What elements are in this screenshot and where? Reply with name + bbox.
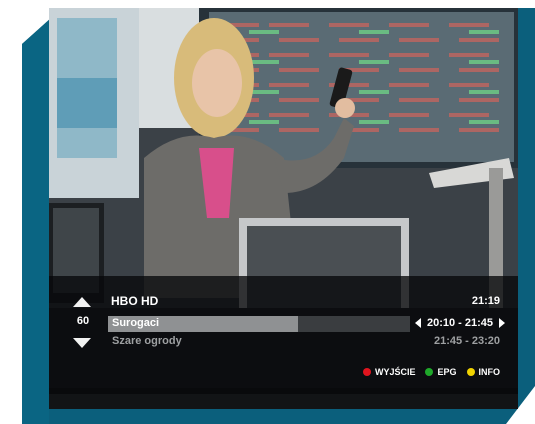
channel-info-bar: 60 HBO HD 21:19 Surogaci 20:10 - 21:45 S… — [49, 276, 518, 394]
current-program-time-label: 20:10 - 21:45 — [426, 317, 493, 329]
info-key[interactable]: INFO — [466, 367, 501, 377]
red-dot-icon — [362, 368, 371, 376]
current-program-time: 20:10 - 21:45 — [414, 317, 505, 329]
green-dot-icon — [425, 368, 434, 376]
channel-number: 60 — [76, 315, 90, 327]
arrow-up-icon[interactable] — [73, 297, 91, 307]
current-program-title: Surogaci — [112, 317, 160, 329]
triangle-right-icon[interactable] — [499, 318, 505, 328]
color-key-legend: WYJŚCIE EPG INFO — [362, 367, 501, 377]
arrow-down-icon[interactable] — [73, 338, 91, 348]
next-program-title: Szare ogrody — [112, 335, 182, 347]
channel-name: HBO HD — [111, 294, 159, 308]
epg-key[interactable]: EPG — [425, 367, 457, 377]
epg-key-label: EPG — [437, 367, 457, 377]
exit-key[interactable]: WYJŚCIE — [362, 367, 416, 377]
info-key-label: INFO — [478, 367, 501, 377]
current-time: 21:19 — [471, 295, 500, 307]
triangle-left-icon[interactable] — [414, 318, 421, 328]
video-screen: 60 HBO HD 21:19 Surogaci 20:10 - 21:45 S… — [49, 8, 518, 409]
next-program-time: 21:45 - 23:20 — [433, 335, 500, 347]
yellow-dot-icon — [466, 368, 475, 376]
exit-key-label: WYJŚCIE — [374, 367, 416, 377]
